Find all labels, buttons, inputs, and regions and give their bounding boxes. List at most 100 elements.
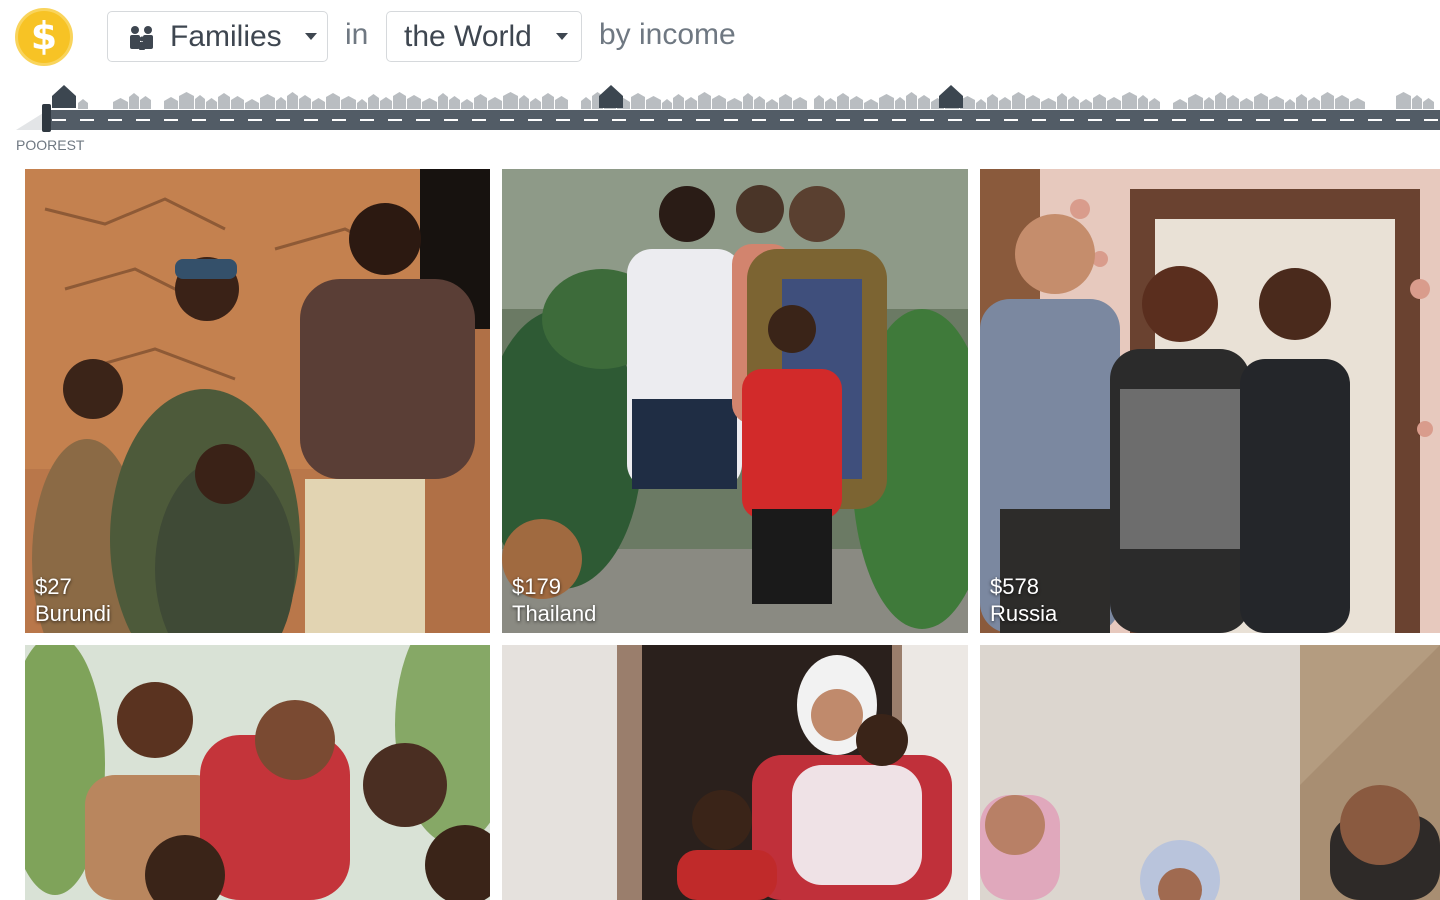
house-icon [140, 96, 151, 109]
family-card[interactable]: $179 Thailand [502, 169, 968, 633]
house-icon [727, 98, 742, 109]
type-select[interactable]: Families [107, 11, 328, 62]
house-icon [1227, 95, 1239, 109]
house-icon [1188, 94, 1203, 109]
house-icon [488, 97, 502, 109]
house-icon [1296, 94, 1307, 109]
house-icon [449, 96, 460, 109]
house-icon [287, 92, 298, 109]
chevron-down-icon [556, 33, 568, 40]
house-icon [850, 96, 863, 109]
house-icon [918, 95, 930, 109]
logo[interactable]: $ [15, 8, 73, 66]
house-icon [380, 97, 392, 109]
house-icon [206, 98, 217, 109]
house-icon [1412, 95, 1422, 109]
region-select-value: the World [404, 20, 532, 53]
country-label: Burundi [35, 601, 111, 626]
house-icon [837, 93, 849, 109]
house-icon [530, 98, 541, 109]
family-photo [980, 645, 1440, 900]
house-icon [825, 98, 836, 109]
house-icon [179, 92, 194, 109]
house-icon [1269, 96, 1284, 109]
house-icon [218, 93, 230, 109]
income-label: $179 [512, 574, 561, 599]
region-select[interactable]: the World [386, 11, 582, 62]
house-icon [341, 96, 356, 109]
family-photo [25, 169, 490, 633]
card-caption: $578 Russia [990, 573, 1057, 627]
active-house-marker[interactable] [599, 85, 623, 108]
country-label: Russia [990, 601, 1058, 626]
house-icon [276, 97, 286, 109]
family-card[interactable]: $27 Burundi [25, 169, 490, 633]
active-house-marker[interactable] [939, 85, 963, 108]
houses-row [78, 92, 1434, 109]
house-icon [164, 97, 178, 109]
house-icon [129, 93, 139, 109]
house-icon [1149, 98, 1160, 109]
active-house-marker[interactable] [52, 85, 76, 108]
house-icon [1057, 93, 1067, 109]
house-icon [1396, 92, 1411, 109]
house-icon [743, 93, 753, 109]
house-icon [260, 94, 275, 109]
house-icon [662, 99, 672, 109]
house-icon [1080, 99, 1092, 109]
house-icon [312, 98, 325, 109]
house-icon [326, 93, 340, 109]
house-icon [1215, 92, 1226, 109]
house-icon [631, 93, 645, 109]
street-graphic[interactable] [0, 80, 1440, 140]
house-icon [1173, 99, 1187, 109]
top-bar: $ Families in the World by income [0, 0, 1440, 80]
country-label: Thailand [512, 601, 597, 626]
house-icon [438, 93, 448, 109]
type-select-value: Families [170, 20, 282, 53]
house-icon [555, 96, 568, 109]
house-icon [519, 95, 529, 109]
house-icon [357, 99, 367, 109]
house-icon [1240, 98, 1253, 109]
house-icon [1107, 97, 1121, 109]
house-icon [581, 97, 591, 109]
sort-text: by income [599, 18, 736, 51]
house-icon [245, 99, 259, 109]
income-street[interactable]: POOREST [0, 80, 1440, 160]
house-icon [685, 97, 697, 109]
family-card[interactable]: $578 Russia [980, 169, 1440, 633]
house-icon [1041, 98, 1056, 109]
house-icon [712, 95, 726, 109]
income-label: $27 [35, 574, 72, 599]
house-icon [113, 98, 128, 109]
family-card[interactable] [502, 645, 968, 900]
dollar-coin-icon: $ [30, 14, 58, 58]
house-icon [1012, 92, 1025, 109]
chevron-down-icon [305, 33, 317, 40]
house-icon [864, 99, 878, 109]
house-icon [906, 92, 917, 109]
house-icon [1335, 95, 1349, 109]
house-icon [368, 94, 379, 109]
family-card[interactable] [25, 645, 490, 900]
house-icon [393, 92, 406, 109]
house-icon [987, 94, 998, 109]
house-icon [1204, 97, 1214, 109]
house-icon [1321, 92, 1334, 109]
house-icon [1093, 94, 1106, 109]
house-icon [422, 98, 437, 109]
house-icon [673, 94, 684, 109]
family-photo [502, 169, 968, 633]
family-card[interactable] [980, 645, 1440, 900]
house-icon [461, 99, 473, 109]
family-photo [25, 645, 490, 900]
family-photo [502, 645, 968, 900]
house-icon [231, 96, 244, 109]
slider-handle-left[interactable] [42, 104, 51, 132]
house-icon [78, 99, 88, 109]
house-icon [503, 92, 518, 109]
house-icon [698, 92, 711, 109]
house-icon [1285, 99, 1295, 109]
house-icon [1350, 98, 1365, 109]
